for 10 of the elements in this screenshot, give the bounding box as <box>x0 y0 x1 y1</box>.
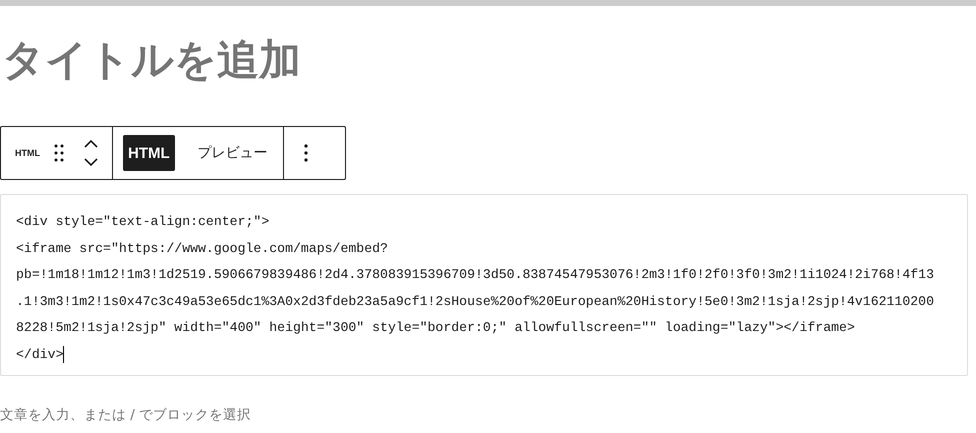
block-placeholder[interactable]: 文章を入力、または / でブロックを選択 <box>0 406 976 424</box>
post-title[interactable]: タイトルを追加 <box>2 32 976 88</box>
html-code-field[interactable]: <div style="text-align:center;"> <iframe src="https://www.google.com/maps/embed? pb=!1m18!1m12!1m3!1d2519.5906679839486!2d4.378083915396709!3d50.83874547953076!2m3!1f0!2f0!3f0!3m2!1i1024!2i768!4f13 .1!3m3!1m2!1s0x47c3c49a53e65dc1%3A0x2d3fdeb23a5a9cf1!2sHouse%20of%20European%20History!5e0!3m2!1sja!2sjp!4v162110200 8228!5m2!1sja!2sjp" width="400" height="300" style="border:0;" allowfullscreen="" loading="lazy"></iframe> </div> <box>0 194 968 376</box>
mode-tab[interactable]: プレビュー <box>192 135 273 171</box>
drag-handle-icon[interactable] <box>54 144 64 162</box>
move-down-icon[interactable] <box>84 158 98 166</box>
block-type-label[interactable]: HTML <box>15 148 40 158</box>
mode-tab[interactable]: HTML <box>123 135 175 171</box>
more-options-icon[interactable] <box>304 144 308 162</box>
move-up-icon[interactable] <box>84 140 98 148</box>
